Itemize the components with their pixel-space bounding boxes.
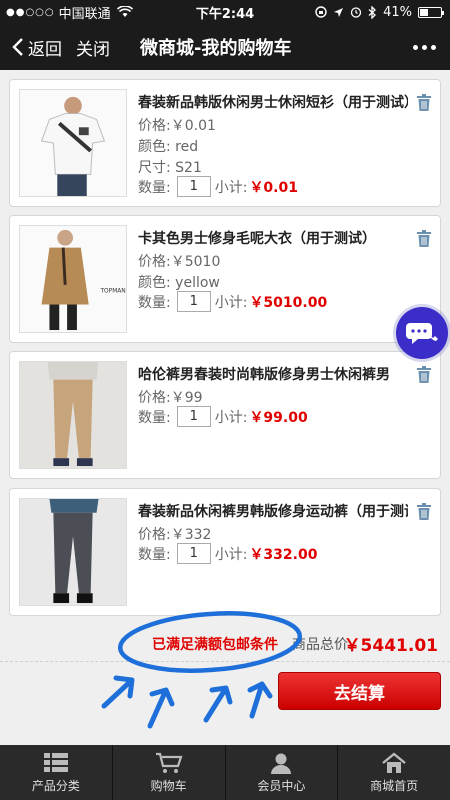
cart-item: TOPMAN 卡其色男士修身毛呢大衣（用于测试） 价格:￥5010 颜色: ye…: [9, 215, 441, 343]
product-image[interactable]: [19, 361, 127, 469]
free-shipping-notice: 已满足满额包邮条件: [152, 637, 278, 653]
tab-categories[interactable]: 产品分类: [0, 745, 113, 800]
trash-icon[interactable]: [416, 503, 432, 521]
quantity-row: 数量: 1 小计: ￥332.00: [138, 543, 317, 564]
tab-home[interactable]: 商城首页: [338, 745, 450, 800]
trash-icon[interactable]: [416, 230, 432, 248]
price-line: 价格:￥99: [138, 390, 203, 406]
item-name[interactable]: 哈伦裤男春装时尚韩版修身男士休闲裤男: [138, 364, 408, 384]
subtotal: ￥5010.00: [249, 294, 328, 311]
brand-tag: TOPMAN: [99, 289, 125, 295]
tab-cart[interactable]: 购物车: [113, 745, 226, 800]
item-name[interactable]: 卡其色男士修身毛呢大衣（用于测试）: [138, 228, 408, 248]
back-label: 返回: [28, 39, 62, 60]
rotation-lock-icon: [315, 6, 327, 18]
status-bar: ●●○○○ 中国联通 下午2:44 41%: [0, 0, 450, 24]
quantity-row: 数量: 1 小计: ￥99.00: [138, 406, 308, 427]
product-image[interactable]: [19, 89, 127, 197]
checkout-button[interactable]: 去结算: [278, 672, 441, 710]
tshirt-product-image: [20, 90, 126, 196]
total-price: ￥5441.01: [343, 636, 438, 656]
alarm-icon: [350, 7, 362, 18]
item-name[interactable]: 春装新品韩版休闲男士休闲短衫（用于测试）: [138, 92, 408, 112]
tab-label: 商城首页: [370, 779, 419, 793]
nav-bar: 返回 关闭 微商城-我的购物车: [0, 24, 450, 70]
user-icon: [271, 753, 292, 774]
home-icon: [382, 752, 406, 773]
cart-item: 春装新品韩版休闲男士休闲短衫（用于测试） 价格:￥0.01 颜色: red 尺寸…: [9, 79, 441, 207]
cart-icon: [155, 752, 183, 773]
quantity-row: 数量: 1 小计: ￥5010.00: [138, 291, 327, 312]
bluetooth-icon: [368, 5, 377, 19]
trash-icon[interactable]: [416, 94, 432, 112]
pants-product-image: [20, 362, 126, 468]
cart-item: 春装新品休闲裤男韩版修身运动裤（用于测试） 价格:￥332 数量: 1 小计: …: [9, 488, 441, 616]
cart-summary: 已满足满额包邮条件 商品总价: ￥5441.01: [0, 622, 450, 662]
size-line: 尺寸: S21: [138, 160, 202, 176]
battery-icon: [418, 6, 444, 18]
price-line: 价格:￥332: [138, 527, 212, 543]
annotation-arrows: [101, 675, 273, 729]
tab-label: 会员中心: [257, 779, 306, 793]
color-line: 颜色: red: [138, 139, 199, 155]
subtotal: ￥0.01: [249, 179, 298, 196]
customer-service-button[interactable]: [396, 307, 448, 359]
chevron-left-icon: [12, 38, 23, 56]
cart-item: 哈伦裤男春装时尚韩版修身男士休闲裤男 价格:￥99 数量: 1 小计: ￥99.…: [9, 351, 441, 479]
item-name[interactable]: 春装新品休闲裤男韩版修身运动裤（用于测试）: [138, 501, 408, 521]
color-line: 颜色: yellow: [138, 275, 220, 291]
tab-member-center[interactable]: 会员中心: [226, 745, 339, 800]
more-menu-icon[interactable]: [413, 24, 436, 70]
tab-label: 产品分类: [31, 779, 80, 793]
quantity-row: 数量: 1 小计: ￥0.01: [138, 176, 298, 197]
close-button[interactable]: 关闭: [76, 24, 110, 70]
location-icon: [334, 7, 344, 17]
chat-phone-icon: [406, 323, 438, 344]
quantity-input[interactable]: 1: [176, 176, 211, 197]
quantity-input[interactable]: 1: [176, 291, 211, 312]
quantity-input[interactable]: 1: [176, 543, 211, 564]
back-button[interactable]: 返回: [12, 24, 62, 70]
subtotal: ￥332.00: [249, 546, 318, 563]
battery-level: [420, 8, 429, 16]
trash-icon[interactable]: [416, 366, 432, 384]
bottom-tab-bar: 产品分类 购物车 会员中心 商城首页: [0, 745, 450, 800]
category-icon: [43, 753, 68, 772]
product-image[interactable]: TOPMAN: [19, 225, 127, 333]
product-image[interactable]: [19, 498, 127, 606]
quantity-input[interactable]: 1: [176, 406, 211, 427]
subtotal: ￥99.00: [249, 409, 308, 426]
page-title: 微商城-我的购物车: [140, 38, 292, 59]
coat-product-image: TOPMAN: [20, 226, 126, 332]
price-line: 价格:￥0.01: [138, 118, 216, 134]
price-line: 价格:￥5010: [138, 254, 221, 270]
tab-label: 购物车: [150, 779, 187, 793]
battery-percent: 41%: [383, 4, 412, 20]
status-right: 41%: [315, 4, 444, 20]
joggers-product-image: [20, 499, 126, 605]
